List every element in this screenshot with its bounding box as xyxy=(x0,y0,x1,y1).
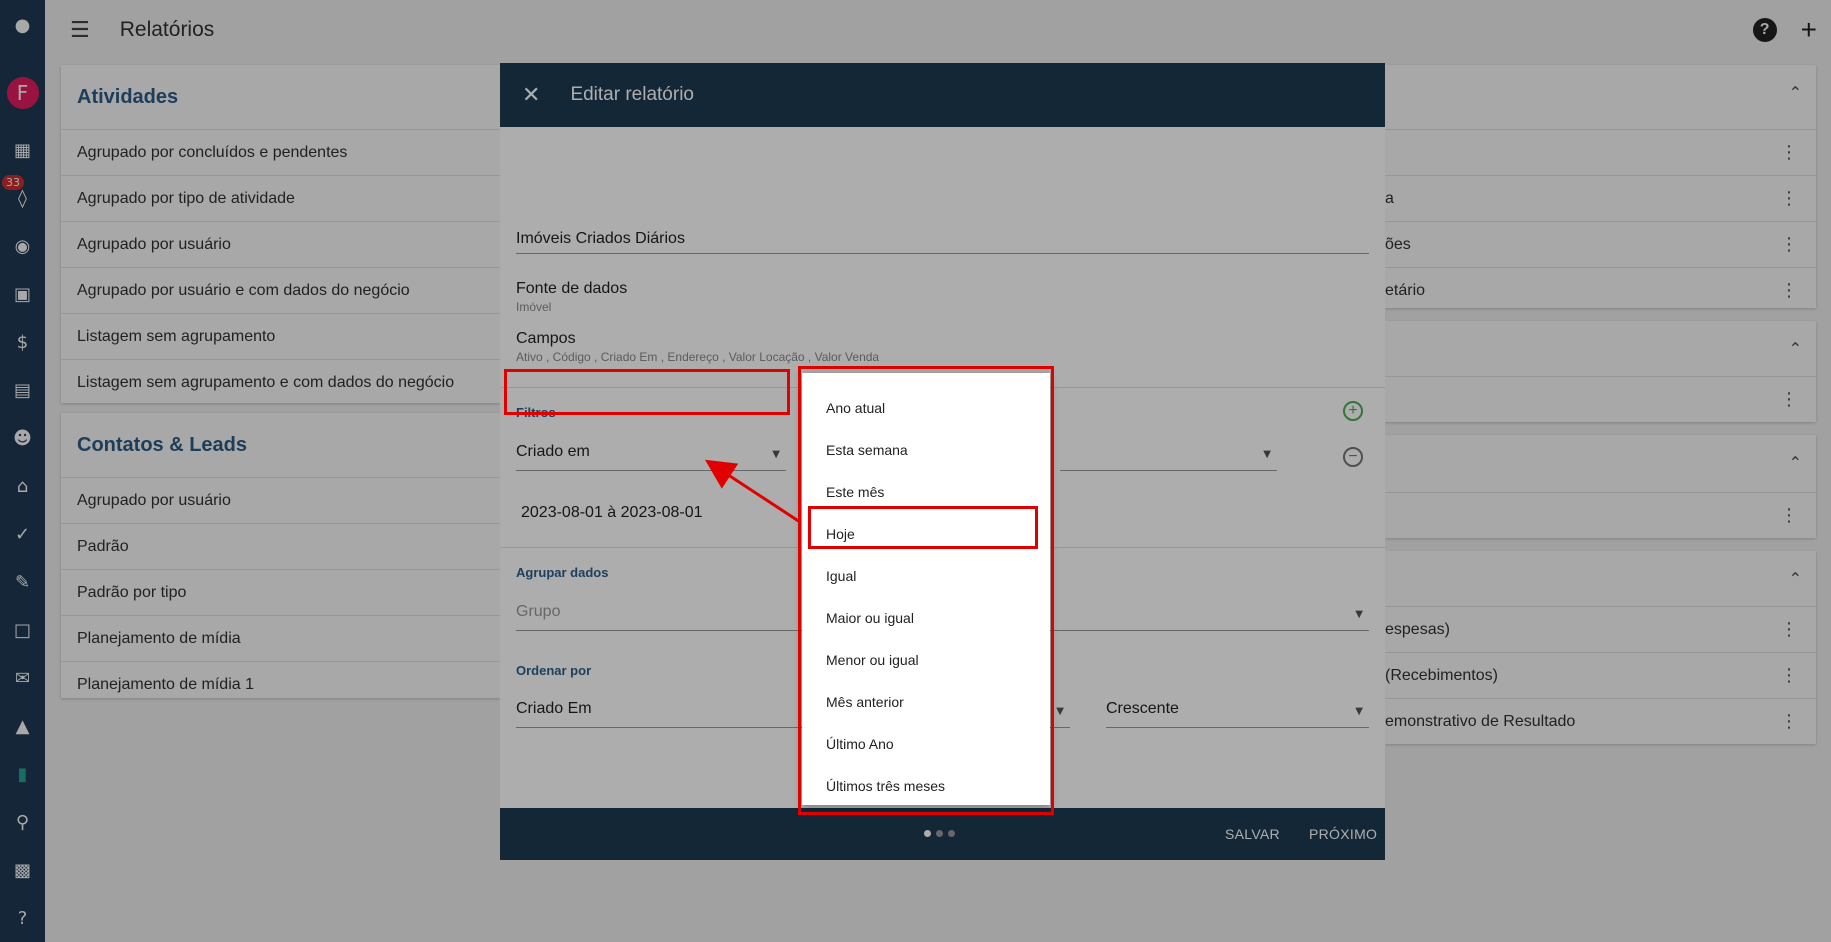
highlight-hoje-option xyxy=(808,506,1038,549)
highlight-filter-field xyxy=(504,369,790,415)
highlight-dropdown-menu xyxy=(798,366,1054,815)
